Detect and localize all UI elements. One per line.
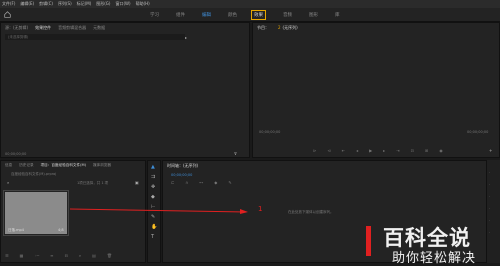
timeline-title: 时间轴：(无序列) — [167, 163, 199, 168]
tab-history[interactable]: 历史记录 — [19, 161, 33, 170]
watermark-subtitle: 助你轻松解决 — [392, 251, 477, 266]
menu-graphics[interactable]: 图形(G) — [96, 0, 110, 8]
effect-field: (未选择剪辑) — [5, 34, 185, 40]
program-tabs: 节目： 2 (无序列) — [253, 23, 499, 32]
program-number: 2 — [278, 25, 281, 30]
tab-project[interactable]: 项目：百度经验百科文件(M) — [41, 161, 86, 170]
menu-file[interactable]: 文件(F) — [2, 0, 15, 8]
ws-tab-effects[interactable]: 效果 — [251, 10, 266, 20]
program-title: 节目： 2 (无序列) — [257, 23, 305, 32]
ws-tab-audio[interactable]: 音频 — [283, 12, 292, 18]
timeline-tool-row: ⊏ ∩ ⊷ ◆ ✎ — [171, 180, 243, 185]
step-back-icon[interactable]: ◂ — [356, 148, 358, 153]
effect-timecode: 00;00;00;00 — [5, 152, 27, 156]
lift-icon[interactable]: ⊡ — [411, 148, 414, 153]
program-timecode-right: 00;00;00;00 — [467, 130, 489, 134]
track-select-icon[interactable]: ⇉ — [151, 174, 155, 180]
razor-tool-icon[interactable]: ◆ — [151, 194, 155, 200]
new-bin-icon[interactable]: ▣ — [135, 180, 139, 185]
timeline-tabs: 时间轴：(无序列) — [163, 161, 486, 170]
linked-icon[interactable]: ⊷ — [199, 180, 203, 185]
ws-tab-assembly[interactable]: 组件 — [176, 12, 185, 18]
meter-tick: - — [489, 206, 491, 210]
timeline-timecode: 00;00;00;00 — [171, 173, 193, 177]
workspace-bar: 学习 组件 编辑 颜色 效果 音频 图形 库 — [0, 8, 500, 22]
program-seq: (无序列) — [282, 25, 298, 30]
selection-tool-icon[interactable]: ▲ — [151, 164, 155, 170]
filter-icon[interactable]: ⊽ — [234, 151, 237, 156]
ws-tab-graphics[interactable]: 图形 — [309, 12, 318, 18]
extract-icon[interactable]: ⊞ — [425, 148, 428, 153]
sort-icon[interactable]: ≡ — [50, 253, 53, 258]
new-item-icon[interactable]: ▤ — [92, 253, 96, 258]
step-forward-icon[interactable]: ▸ — [383, 148, 385, 153]
meter-tick: - — [489, 218, 491, 222]
tab-media-browser[interactable]: 媒体浏览器 — [93, 161, 111, 170]
meter-tick: - — [489, 194, 491, 198]
program-monitor-panel: 节目： 2 (无序列) 00;00;00;00 00;00;00;00 ⊳ ⊲ ⇤ … — [252, 22, 500, 158]
ripple-edit-icon[interactable]: ✥ — [151, 184, 155, 190]
list-view-icon[interactable]: ☰ — [5, 253, 9, 258]
workspace-tabs: 学习 组件 编辑 颜色 效果 音频 图形 库 — [150, 8, 357, 22]
annotation-arrow — [70, 208, 248, 214]
tab-info[interactable]: 信息 — [5, 161, 12, 170]
mark-in-icon[interactable]: ⊳ — [313, 148, 316, 153]
ws-tab-learn[interactable]: 学习 — [150, 12, 159, 18]
clip-duration: 4;8 — [58, 228, 64, 232]
meter-tick: - — [489, 182, 491, 186]
play-icon[interactable]: ▶ — [369, 148, 372, 153]
program-timecode-left: 00;00;00;00 — [259, 130, 281, 134]
nest-icon[interactable]: ⊏ — [171, 180, 174, 185]
menu-bar: 文件(F) 编辑(E) 剪辑(C) 序列(S) 标记(M) 图形(G) 窗口(W… — [0, 0, 500, 8]
tab-audio-clip-mixer[interactable]: 音频剪辑混合器 — [58, 23, 86, 32]
delete-icon[interactable]: 🗑 — [107, 253, 112, 258]
program-label: 节目： — [257, 25, 269, 30]
hand-tool-icon[interactable]: ✋ — [151, 224, 157, 230]
selection-info: 1项已选择，共 1 项 — [77, 181, 109, 185]
search-icon[interactable]: ⌕ — [7, 180, 9, 185]
tab-effect-controls[interactable]: 效果控件 — [35, 23, 51, 32]
watermark-logo — [366, 226, 371, 256]
clip-name: 日落.mp4 — [8, 228, 24, 232]
ws-tab-editing[interactable]: 编辑 — [202, 12, 211, 18]
effect-controls-panel: 源：(无剪辑) 效果控件 音频剪辑混合器 元数据 (未选择剪辑) ▸ 00;00… — [0, 22, 250, 158]
tab-source[interactable]: 源：(无剪辑) — [5, 23, 28, 32]
add-marker-icon[interactable]: ◆ — [214, 180, 217, 185]
wrench-icon[interactable]: ✎ — [228, 180, 231, 185]
tab-metadata[interactable]: 元数据 — [93, 23, 105, 32]
button-editor-icon[interactable]: + — [489, 148, 492, 153]
project-path: 百度经验百科文件(M).prproj — [11, 172, 57, 176]
go-to-out-icon[interactable]: ⇥ — [396, 148, 399, 153]
export-frame-icon[interactable]: ◉ — [439, 148, 443, 153]
go-to-in-icon[interactable]: ⇤ — [342, 148, 345, 153]
menu-sequence[interactable]: 序列(S) — [58, 0, 72, 8]
zoom-slider-icon[interactable]: ◦─ — [34, 253, 39, 258]
ws-tab-color[interactable]: 颜色 — [228, 12, 237, 18]
project-tabs: 信息 历史记录 项目：百度经验百科文件(M) 媒体浏览器 — [1, 161, 145, 170]
snap-icon[interactable]: ∩ — [185, 180, 188, 185]
menu-marker[interactable]: 标记(M) — [77, 0, 92, 8]
audio-meter: - - - - - - — [487, 160, 500, 263]
meter-tick: - — [489, 170, 491, 174]
menu-help[interactable]: 帮助(H) — [136, 0, 150, 8]
timeline-drop-text: 在此处放下媒体以创建序列。 — [288, 210, 334, 214]
menu-edit[interactable]: 编辑(E) — [20, 0, 34, 8]
ws-tab-libraries[interactable]: 库 — [335, 12, 340, 18]
source-panel-tabs: 源：(无剪辑) 效果控件 音频剪辑混合器 元数据 — [1, 23, 249, 32]
menu-clip[interactable]: 剪辑(C) — [39, 0, 53, 8]
program-transport-controls: ⊳ ⊲ ⇤ ◂ ▶ ▸ ⇥ ⊡ ⊞ ◉ — [313, 148, 454, 153]
type-tool-icon[interactable]: T — [151, 234, 154, 240]
menu-window[interactable]: 窗口(W) — [115, 0, 130, 8]
meter-tick: - — [489, 230, 491, 234]
find-icon[interactable]: ⌕ — [79, 253, 81, 258]
annotation-number: 1 — [258, 205, 263, 213]
expand-arrow-icon[interactable]: ▸ — [185, 35, 187, 40]
project-bottom-controls: ☰ ▦ ◦─ ≡ ⊟ ⌕ ▤ 🗑 — [5, 253, 123, 258]
mark-out-icon[interactable]: ⊲ — [327, 148, 330, 153]
icon-view-icon[interactable]: ▦ — [20, 253, 24, 258]
home-icon[interactable] — [4, 11, 11, 18]
automate-icon[interactable]: ⊟ — [65, 253, 68, 258]
